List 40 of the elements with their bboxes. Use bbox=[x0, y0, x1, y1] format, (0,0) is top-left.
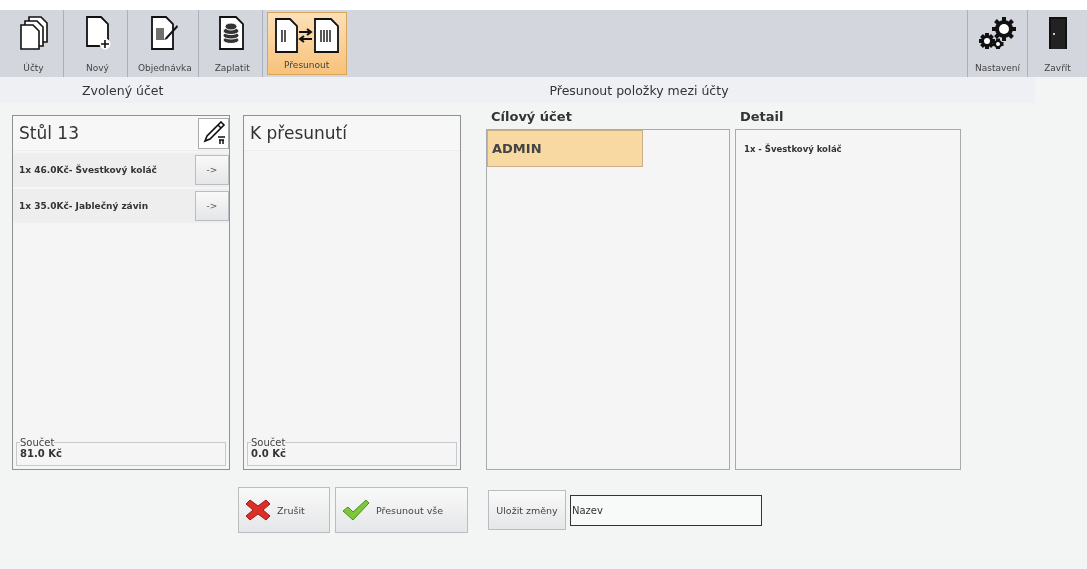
panel-title: K přesunutí bbox=[250, 123, 347, 143]
toolbar-button[interactable]: Účty bbox=[4, 10, 64, 77]
order-item-row[interactable]: 1x 35.0Kč- Jablečný závin -> bbox=[13, 189, 229, 223]
section-title: Přesunout položky mezi účty bbox=[549, 82, 729, 98]
toolbar-button[interactable]: Objednávka bbox=[132, 10, 199, 77]
sum-value: 0.0 Kč bbox=[251, 448, 286, 459]
edit-button[interactable] bbox=[198, 117, 229, 149]
document-pen-icon bbox=[149, 16, 180, 50]
transfer-documents-icon bbox=[273, 18, 340, 54]
settings-icon bbox=[977, 17, 1018, 49]
cancel-button[interactable]: Zrušit bbox=[238, 487, 330, 533]
sum-value: 81.0 Kč bbox=[20, 448, 62, 459]
name-field[interactable]: Nazev bbox=[570, 494, 762, 526]
column-title: Detail bbox=[739, 109, 785, 126]
move-all-button[interactable]: Přesunout vše bbox=[335, 487, 468, 533]
toolbar-button[interactable]: Přesunout bbox=[266, 12, 347, 75]
documents-icon bbox=[19, 16, 48, 50]
panel-title: Stůl 13 bbox=[19, 123, 79, 143]
coins-document-icon bbox=[218, 16, 247, 50]
account-item[interactable]: ADMIN bbox=[487, 130, 643, 167]
column-title: Cílový účet bbox=[490, 109, 573, 126]
checkmark-icon bbox=[342, 499, 370, 521]
order-item: 1x 46.0Kč- Švestkový koláč bbox=[19, 165, 157, 175]
sum-label: Součet bbox=[20, 437, 55, 448]
toolbar-button[interactable]: Zaplatit bbox=[202, 10, 263, 77]
section-title: Zvolený účet bbox=[82, 82, 164, 98]
toolbar-button[interactable]: Zavřít bbox=[1027, 10, 1087, 77]
toolbar-button[interactable]: Nový bbox=[68, 10, 128, 77]
new-document-icon bbox=[83, 16, 112, 50]
door-icon bbox=[1047, 16, 1068, 50]
move-item-button[interactable]: -> bbox=[195, 155, 229, 185]
cross-icon bbox=[245, 498, 271, 522]
pencil-icon bbox=[201, 121, 226, 145]
toolbar-button[interactable]: Nastavení bbox=[967, 10, 1027, 77]
order-item: 1x 35.0Kč- Jablečný závin bbox=[19, 201, 149, 211]
sum-label: Součet bbox=[251, 437, 286, 448]
save-button[interactable]: Uložit změny bbox=[488, 490, 566, 530]
detail-line: 1x - Švestkový koláč bbox=[743, 142, 843, 154]
move-item-button[interactable]: -> bbox=[195, 191, 229, 221]
order-item-row[interactable]: 1x 46.0Kč- Švestkový koláč -> bbox=[13, 153, 229, 187]
